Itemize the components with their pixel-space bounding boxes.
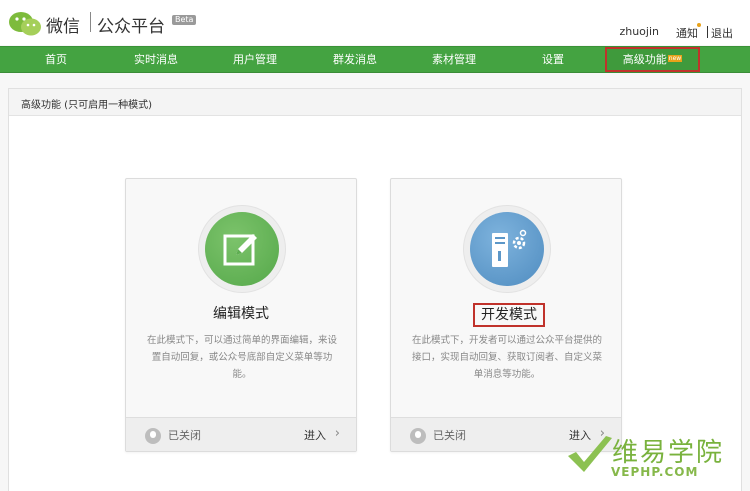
nav-item-label: 实时消息 (134, 53, 178, 66)
nav-item-label: 首页 (45, 53, 67, 66)
developer-mode-title: 开发模式 (473, 303, 545, 327)
nav-item-home[interactable]: 首页 (20, 47, 92, 72)
nav-item-materials[interactable]: 素材管理 (418, 47, 490, 72)
edit-mode-enter-link[interactable]: 进入 (304, 427, 326, 443)
nav-item-advanced[interactable]: 高级功能 new (605, 47, 700, 72)
edit-icon (223, 234, 257, 266)
logout-link[interactable]: 退出 (711, 25, 733, 41)
new-badge: new (667, 55, 683, 62)
developer-mode-description: 在此模式下，开发者可以通过公众平台提供的接口，实现自动回复、获取订阅者、自定义菜… (411, 335, 602, 380)
edit-mode-icon-ring (198, 205, 286, 293)
watermark: 维易学院 VEPHP.COM (566, 432, 750, 491)
bulb-icon (410, 428, 426, 444)
watermark-url: VEPHP.COM (611, 465, 699, 479)
platform-name: 公众平台 (97, 17, 165, 37)
edit-mode-title: 编辑模式 (213, 306, 269, 322)
edit-mode-card[interactable]: 编辑模式 在此模式下，可以通过简单的界面编辑，来设置自动回复，或公众号底部自定义… (125, 178, 357, 452)
username-link[interactable]: zhuojin (619, 25, 659, 38)
developer-mode-card[interactable]: 开发模式 在此模式下，开发者可以通过公众平台提供的接口，实现自动回复、获取订阅者… (390, 178, 622, 452)
bulb-icon (145, 428, 161, 444)
nav-item-label: 群发消息 (333, 53, 377, 66)
nav-item-label: 高级功能 (622, 53, 667, 66)
notice-dot-icon (697, 23, 701, 27)
app-name: 微信 (46, 17, 80, 37)
watermark-text: 维易学院 (612, 438, 725, 468)
panel-title: 高级功能 (只可启用一种模式) (21, 100, 152, 111)
panel-header: 高级功能 (只可启用一种模式) (9, 89, 741, 116)
header-divider (707, 26, 708, 38)
notice-link[interactable]: 通知 (676, 25, 698, 41)
chevron-right-icon[interactable]: › (335, 426, 340, 441)
edit-mode-circle (205, 212, 279, 286)
logo-divider (90, 12, 91, 32)
nav-item-mass-messages[interactable]: 群发消息 (319, 47, 391, 72)
nav-item-settings[interactable]: 设置 (517, 47, 589, 72)
nav-item-realtime-messages[interactable]: 实时消息 (120, 47, 192, 72)
edit-mode-status: 已关闭 (168, 429, 201, 442)
header: 微信 公众平台 Beta zhuojin 通知 退出 (0, 0, 750, 45)
server-gear-icon (492, 229, 527, 267)
nav-item-label: 素材管理 (432, 53, 476, 66)
nav-item-label: 设置 (542, 53, 564, 66)
edit-mode-description: 在此模式下，可以通过简单的界面编辑，来设置自动回复，或公众号底部自定义菜单等功能… (146, 335, 337, 380)
developer-mode-circle (470, 212, 544, 286)
advanced-features-panel: 高级功能 (只可启用一种模式) (8, 88, 742, 491)
nav-item-label: 用户管理 (233, 53, 277, 66)
page: 微信 公众平台 Beta zhuojin 通知 退出 首页 实时消息 用户管理 … (0, 0, 750, 491)
beta-badge: Beta (172, 15, 197, 25)
developer-mode-icon-ring (463, 205, 551, 293)
edit-mode-footer: 已关闭 进入 › (126, 417, 356, 451)
wechat-logo-icon (9, 12, 41, 36)
nav-item-user-management[interactable]: 用户管理 (219, 47, 291, 72)
developer-mode-status: 已关闭 (433, 429, 466, 442)
watermark-check-icon (568, 436, 612, 472)
main-nav: 首页 实时消息 用户管理 群发消息 素材管理 设置 高级功能 new (0, 46, 750, 73)
